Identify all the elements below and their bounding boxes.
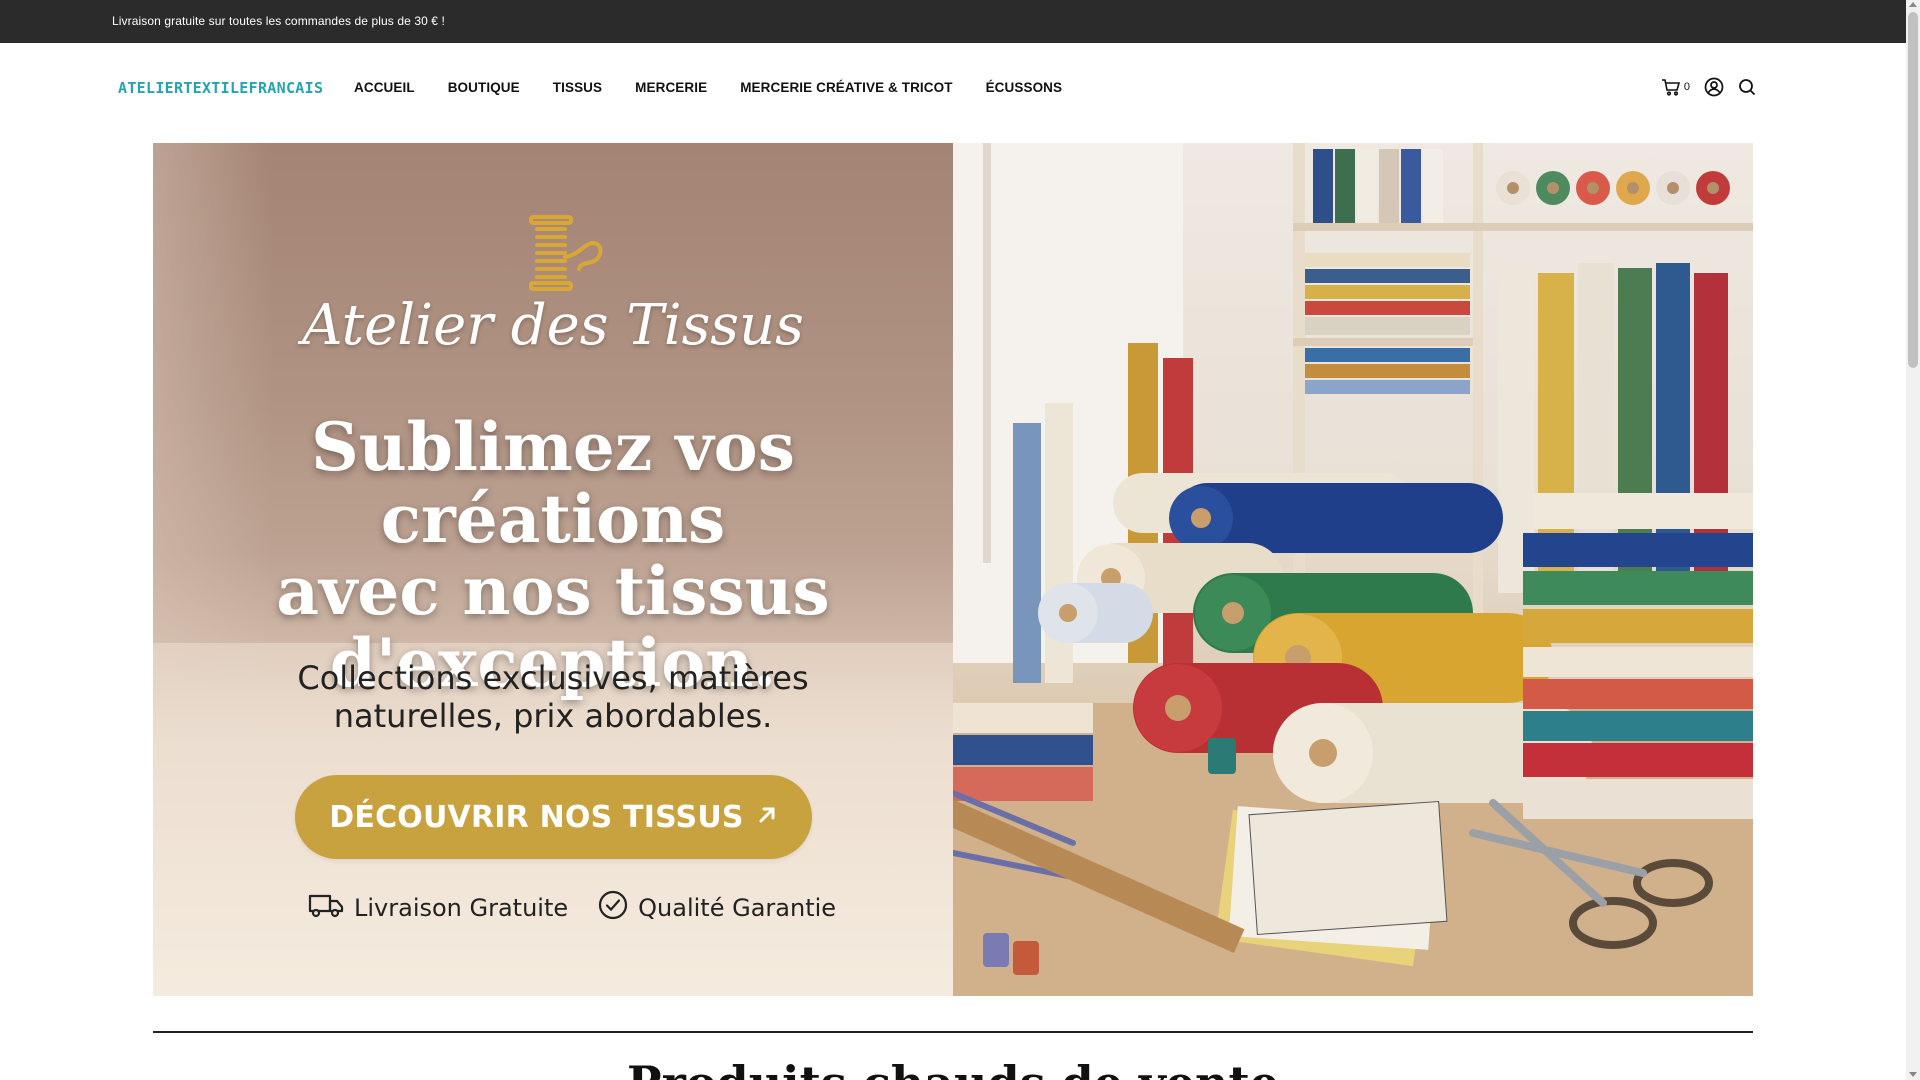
check-circle-icon: [598, 890, 628, 926]
site-logo[interactable]: ATELIERTEXTILEFRANCAIS: [118, 79, 323, 97]
nav-mercerie[interactable]: MERCERIE: [635, 80, 707, 95]
best-sellers-title: Produits chauds de vente: [0, 1056, 1906, 1080]
thread-spool-icon: [523, 213, 613, 298]
hero-text-panel: Atelier des Tissus Sublimez vos création…: [153, 143, 953, 996]
hero-badges: Livraison Gratuite Qualité Garantie: [308, 890, 836, 926]
announcement-bar: Livraison gratuite sur toutes les comman…: [0, 0, 1906, 43]
subline-line: Collections exclusives, matières: [297, 659, 809, 697]
cta-label: DÉCOUVRIR NOS TISSUS: [329, 799, 744, 835]
headline-line: avec nos tissus: [276, 552, 830, 630]
fabric-rolls-illustration: [953, 143, 1753, 996]
scroll-down-arrow-icon[interactable]: [1909, 1072, 1917, 1077]
scroll-up-arrow-icon[interactable]: [1909, 2, 1917, 7]
search-icon[interactable]: [1738, 78, 1756, 96]
fabric-rolls-photo: [953, 143, 1753, 996]
nav-boutique[interactable]: BOUTIQUE: [448, 80, 520, 95]
header-icons: 0: [1661, 77, 1756, 97]
badge-label: Qualité Garantie: [638, 894, 837, 922]
hero-banner[interactable]: Atelier des Tissus Sublimez vos création…: [153, 143, 1753, 996]
brand-script-title: Atelier des Tissus: [302, 293, 804, 358]
hero-headline: Sublimez vos créations avec nos tissus d…: [153, 411, 953, 699]
nav-accueil[interactable]: ACCUEIL: [354, 80, 415, 95]
discover-fabrics-button[interactable]: DÉCOUVRIR NOS TISSUS: [295, 775, 812, 859]
announcement-text: Livraison gratuite sur toutes les comman…: [112, 14, 445, 28]
scroll-thumb[interactable]: [1908, 12, 1918, 368]
nav-mercerie-creative-tricot[interactable]: MERCERIE CRÉATIVE & TRICOT: [740, 80, 952, 95]
badge-free-delivery: Livraison Gratuite: [308, 891, 568, 925]
section-divider: [153, 1031, 1753, 1033]
badge-quality: Qualité Garantie: [598, 890, 836, 926]
cart-count: 0: [1683, 81, 1690, 93]
page-scrollbar[interactable]: [1906, 0, 1920, 1080]
main-nav: ACCUEIL BOUTIQUE TISSUS MERCERIE MERCERI…: [354, 80, 1095, 95]
truck-icon: [308, 891, 344, 925]
cart-button[interactable]: 0: [1661, 78, 1690, 96]
headline-line: Sublimez vos créations: [311, 408, 795, 558]
nav-ecussons[interactable]: ÉCUSSONS: [986, 80, 1063, 95]
site-header: ATELIERTEXTILEFRANCAIS ACCUEIL BOUTIQUE …: [0, 43, 1906, 143]
arrow-up-right-icon: [756, 804, 778, 831]
subline-line: naturelles, prix abordables.: [333, 697, 773, 735]
account-icon[interactable]: [1704, 77, 1724, 97]
hero-subline: Collections exclusives, matières naturel…: [153, 659, 953, 735]
nav-tissus[interactable]: TISSUS: [553, 80, 602, 95]
badge-label: Livraison Gratuite: [354, 894, 569, 922]
cart-icon: [1661, 78, 1681, 96]
